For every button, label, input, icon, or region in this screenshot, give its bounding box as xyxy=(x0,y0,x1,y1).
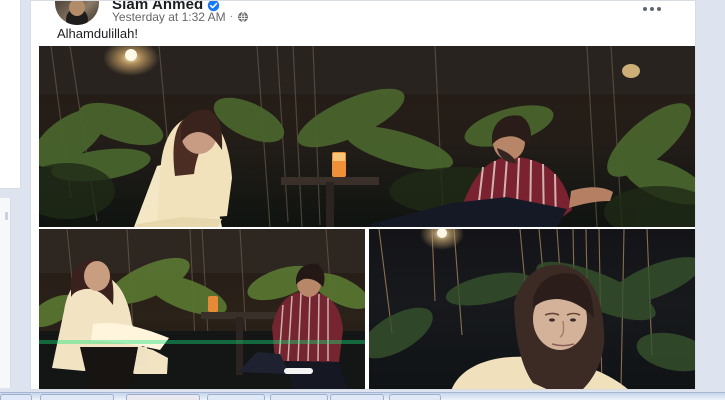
left-sidebar-marker xyxy=(5,212,8,220)
post-photo-bottom-left[interactable] xyxy=(39,229,365,389)
facebook-post-screenshot: Siam Ahmed Yesterday at 1:32 AM · Alhamd… xyxy=(0,0,725,400)
taskbar-item[interactable] xyxy=(207,394,265,400)
taskbar-item[interactable] xyxy=(40,394,114,400)
post-options-button[interactable] xyxy=(640,2,664,16)
left-sidebar-panel xyxy=(0,0,21,189)
post-caption: Alhamdulillah! xyxy=(57,26,138,41)
taskbar-item[interactable] xyxy=(330,394,384,400)
taskbar-item[interactable] xyxy=(270,394,328,400)
taskbar xyxy=(0,392,725,400)
taskbar-item[interactable] xyxy=(389,394,441,400)
post-card: Siam Ahmed Yesterday at 1:32 AM · Alhamd… xyxy=(30,0,696,390)
more-options-icon xyxy=(643,7,661,11)
author-avatar[interactable] xyxy=(55,1,99,25)
taskbar-item[interactable] xyxy=(0,394,32,400)
metadata-separator: · xyxy=(229,11,233,22)
globe-icon xyxy=(237,11,249,23)
post-metadata: Yesterday at 1:32 AM · xyxy=(112,9,249,25)
taskbar-item[interactable] xyxy=(126,394,200,400)
left-sidebar-lower-panel xyxy=(0,198,11,388)
post-photo-main[interactable] xyxy=(39,46,695,227)
post-photo-bottom-right[interactable] xyxy=(369,229,695,389)
post-timestamp-link[interactable]: Yesterday at 1:32 AM xyxy=(112,9,226,25)
